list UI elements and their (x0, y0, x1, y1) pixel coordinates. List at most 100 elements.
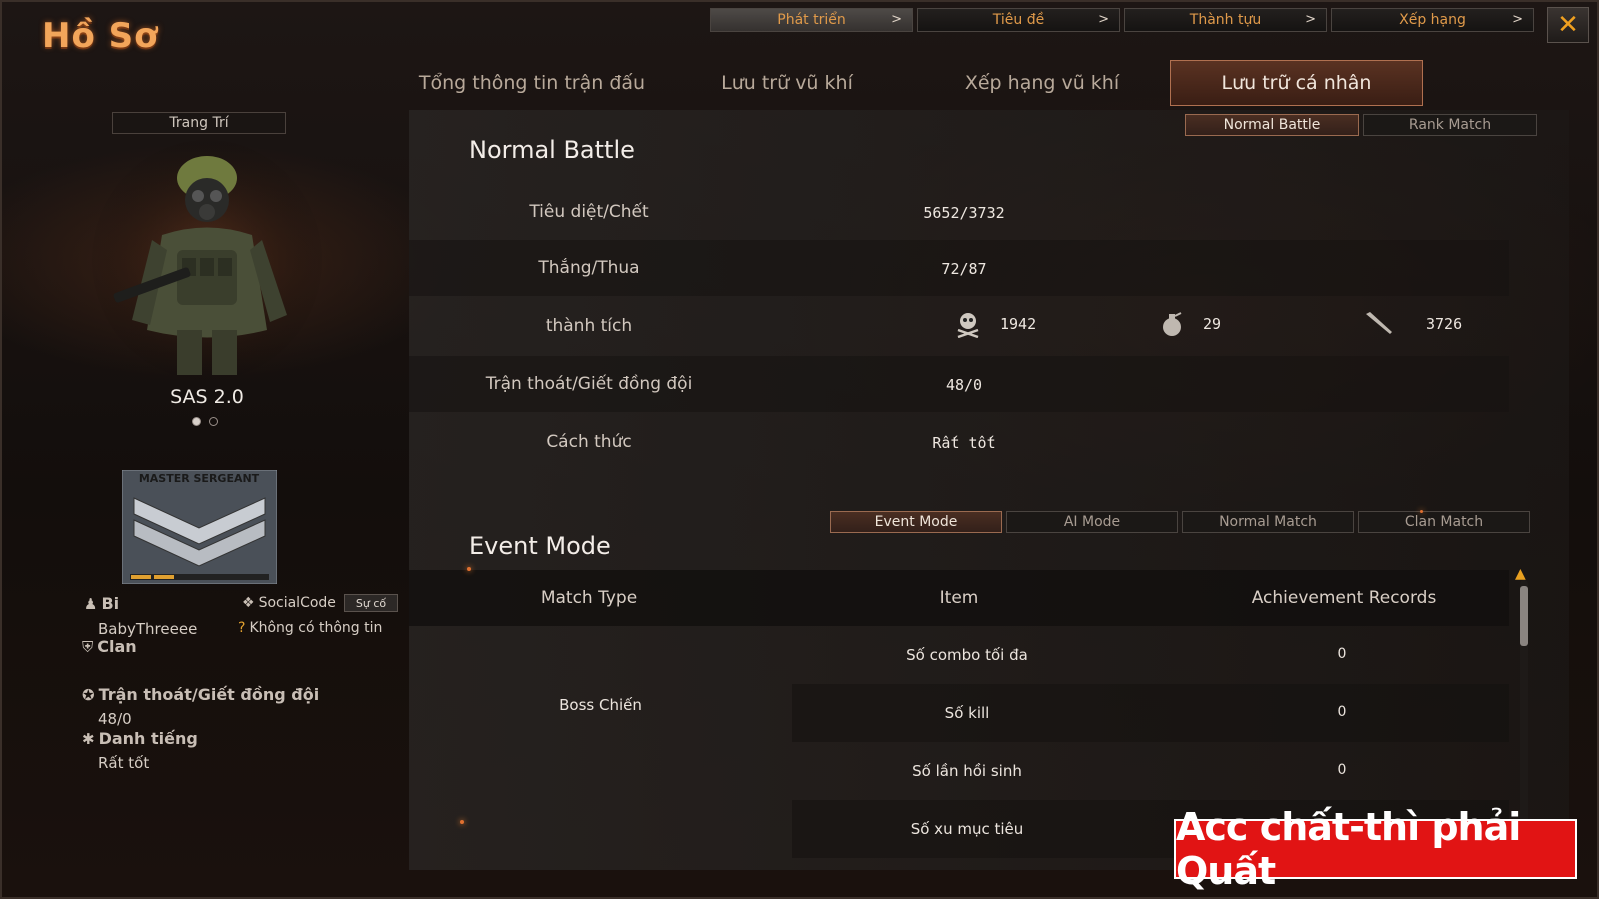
item-cell: Số lần hồi sinh (912, 762, 1022, 780)
stats-panel: Normal Battle Rank Match Normal Battle T… (409, 110, 1569, 870)
stat-row: Trận thoát/Giết đồng đội 48/0 (409, 356, 1509, 412)
reputation-label: Danh tiếng (98, 729, 198, 748)
item-cell: Số kill (944, 704, 990, 722)
rank-badge-icon: MASTER SERGEANT (122, 470, 277, 584)
clan-label: Clan (97, 637, 137, 656)
rank-badge-text: MASTER SERGEANT (139, 472, 260, 485)
window-title: Hồ Sơ (42, 16, 159, 56)
stat-value: Rất tốt (932, 434, 996, 452)
stat-label: Thắng/Thua (538, 258, 640, 278)
character-pager (192, 417, 218, 426)
tab-weapon-ranking[interactable]: Xếp hạng vũ khí (927, 60, 1157, 106)
tab-event-mode[interactable]: Event Mode (830, 511, 1002, 533)
stat-row: Tiêu diệt/Chết 5652/3732 (409, 184, 1509, 240)
stat-row: Cách thức Rất tốt (409, 414, 1509, 470)
tag-icon: ❖ (242, 595, 255, 611)
close-button[interactable]: ✕ (1547, 7, 1589, 43)
main-tabs: Tổng thông tin trận đấu Lưu trữ vũ khí X… (407, 60, 1572, 106)
header-match-type: Match Type (540, 588, 638, 608)
scrollbar-thumb[interactable] (1520, 586, 1528, 646)
topnav-label: Tiêu đề (992, 12, 1045, 28)
ember-decoration (1420, 510, 1423, 513)
decorate-button[interactable]: Trang Trí (112, 112, 286, 134)
tab-clan-match[interactable]: Clan Match (1358, 511, 1530, 533)
stat-label: Trận thoát/Giết đồng đội (485, 374, 693, 394)
chevron-right-icon: > (1098, 12, 1109, 27)
clan-row: ⛨ Clan (82, 637, 137, 656)
ember-decoration (460, 820, 464, 824)
tab-ai-mode[interactable]: AI Mode (1006, 511, 1178, 533)
character-panel: Trang Trí SAS 2.0 MASTER SERGEANT ♟ Bi ❖… (42, 110, 412, 870)
stat-value: 5652/3732 (923, 204, 1005, 222)
achievement-kills: 1942 (954, 310, 1036, 338)
topnav-label: Thành tựu (1189, 12, 1262, 28)
tab-normal-battle[interactable]: Normal Battle (1185, 114, 1359, 136)
match-type-cell: Boss Chiến (559, 696, 642, 714)
reputation-row: ✱ Danh tiếng (82, 729, 198, 748)
achievement-grenade: 29 (1159, 310, 1221, 338)
tab-personal-storage[interactable]: Lưu trữ cá nhân (1170, 60, 1423, 106)
star-icon: ✱ (82, 730, 95, 748)
battle-tabs: Normal Battle Rank Match (1185, 114, 1537, 136)
no-info-row: ? Không có thông tin (238, 620, 382, 636)
normal-battle-title: Normal Battle (469, 136, 635, 164)
event-table-header: Match Type Item Achievement Records (409, 570, 1509, 626)
top-nav: Phát triển > Tiêu đề > Thành tựu > Xếp hạng… (710, 8, 1534, 32)
escape-label: Trận thoát/Giết đồng đội (98, 685, 320, 704)
socialcode-row: ❖ SocialCode (242, 595, 336, 611)
topnav-phat-trien[interactable]: Phát triển > (710, 8, 913, 32)
table-row: Số lần hồi sinh 0 (792, 742, 1509, 800)
close-icon: ✕ (1557, 10, 1579, 40)
runner-icon: ✪ (82, 686, 95, 704)
chevron-right-icon: > (1305, 12, 1316, 27)
ember-decoration (467, 567, 471, 571)
record-cell: 0 (1337, 646, 1347, 662)
table-row: Số kill 0 (792, 684, 1509, 742)
no-info-text: Không có thông tin (249, 620, 383, 636)
clan-icon: ⛨ (82, 638, 94, 656)
user-label: Bi (101, 594, 120, 613)
tab-match-summary[interactable]: Tổng thông tin trận đấu (407, 60, 657, 106)
mode-tabs: Event Mode AI Mode Normal Match Clan Mat… (830, 511, 1530, 533)
topnav-thanh-tuu[interactable]: Thành tựu > (1124, 8, 1327, 32)
character-name: SAS 2.0 (170, 386, 244, 408)
stat-label: Cách thức (546, 432, 632, 452)
stat-value: 48/0 (945, 376, 983, 394)
topnav-xep-hang[interactable]: Xếp hạng > (1331, 8, 1534, 32)
skull-icon (957, 313, 979, 338)
user-label-row: ♟ Bi (84, 594, 119, 613)
item-cell: Số combo tối đa (906, 646, 1028, 664)
stat-row: Thắng/Thua 72/87 (409, 240, 1509, 296)
username: BabyThreeee (98, 620, 198, 638)
table-row: Số combo tối đa 0 (792, 626, 1509, 684)
socialcode-label: SocialCode (258, 595, 336, 611)
user-icon: ♟ (84, 595, 98, 613)
tab-normal-match[interactable]: Normal Match (1182, 511, 1354, 533)
chevron-right-icon: > (1512, 12, 1523, 27)
achievement-knife: 3726 (1364, 310, 1462, 338)
record-cell: 0 (1337, 762, 1347, 778)
achievement-value: 1942 (1000, 315, 1037, 333)
record-cell: 0 (1337, 704, 1347, 720)
item-cell: Số xu mục tiêu (910, 820, 1024, 838)
topnav-label: Phát triển (777, 12, 846, 28)
tab-weapon-storage[interactable]: Lưu trữ vũ khí (687, 60, 887, 106)
soldier-avatar (92, 140, 322, 380)
achievement-value: 3726 (1426, 315, 1463, 333)
reputation-value: Rất tốt (98, 754, 150, 772)
stat-value: 72/87 (941, 260, 987, 278)
event-mode-title: Event Mode (469, 532, 611, 560)
pager-dot-active[interactable] (192, 417, 201, 426)
report-button[interactable]: Sự cố (344, 594, 398, 612)
escape-row: ✪ Trận thoát/Giết đồng đội (82, 685, 319, 704)
knife-icon (1366, 312, 1392, 334)
stat-row-achievements: thành tích 1942 29 3726 (409, 298, 1509, 354)
stat-label: Tiêu diệt/Chết (529, 202, 649, 222)
pager-dot[interactable] (209, 417, 218, 426)
topnav-tieu-de[interactable]: Tiêu đề > (917, 8, 1120, 32)
promo-banner: Acc chất-thì phải Quất (1174, 805, 1577, 893)
stat-label: thành tích (545, 316, 633, 336)
topnav-label: Xếp hạng (1399, 12, 1466, 28)
tab-rank-match[interactable]: Rank Match (1363, 114, 1537, 136)
chevron-right-icon: > (891, 12, 902, 27)
